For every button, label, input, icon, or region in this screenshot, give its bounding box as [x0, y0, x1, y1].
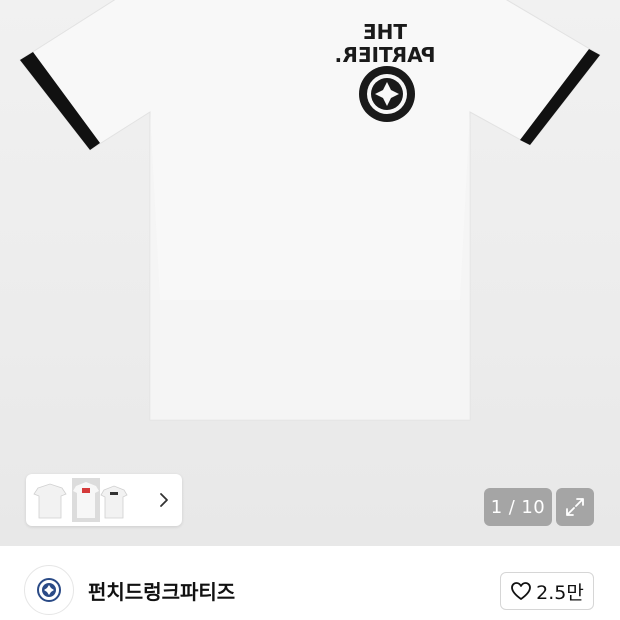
- thumbnail-images[interactable]: [30, 478, 148, 522]
- product-page: THE PARTIER. 1 / 10 펀치드렁크파티즈 2.5만: [0, 0, 620, 620]
- heart-icon: [511, 582, 532, 600]
- print-line-2: PARTIER.: [335, 43, 436, 67]
- product-image-gallery[interactable]: THE PARTIER. 1 / 10: [0, 0, 620, 546]
- expand-icon: [566, 498, 584, 516]
- chevron-right-icon: [160, 493, 168, 507]
- page-separator: /: [508, 496, 516, 518]
- chest-emblem: [359, 66, 415, 122]
- print-line-1: THE: [363, 20, 407, 44]
- image-page-counter: 1 / 10: [484, 488, 552, 526]
- thumbnail-strip: [26, 474, 182, 526]
- seller-name[interactable]: 펀치드렁크파티즈: [88, 576, 235, 605]
- tshirt-image: THE PARTIER.: [19, 0, 601, 421]
- current-page: 1: [490, 496, 503, 518]
- expand-image-button[interactable]: [556, 488, 594, 526]
- logo-badge-icon: [37, 578, 61, 602]
- like-count: 2.5만: [536, 581, 584, 604]
- seller-avatar[interactable]: [24, 565, 74, 615]
- thumbnail-next-button[interactable]: [150, 482, 178, 518]
- like-button[interactable]: 2.5만: [500, 572, 594, 610]
- total-pages: 10: [521, 496, 546, 518]
